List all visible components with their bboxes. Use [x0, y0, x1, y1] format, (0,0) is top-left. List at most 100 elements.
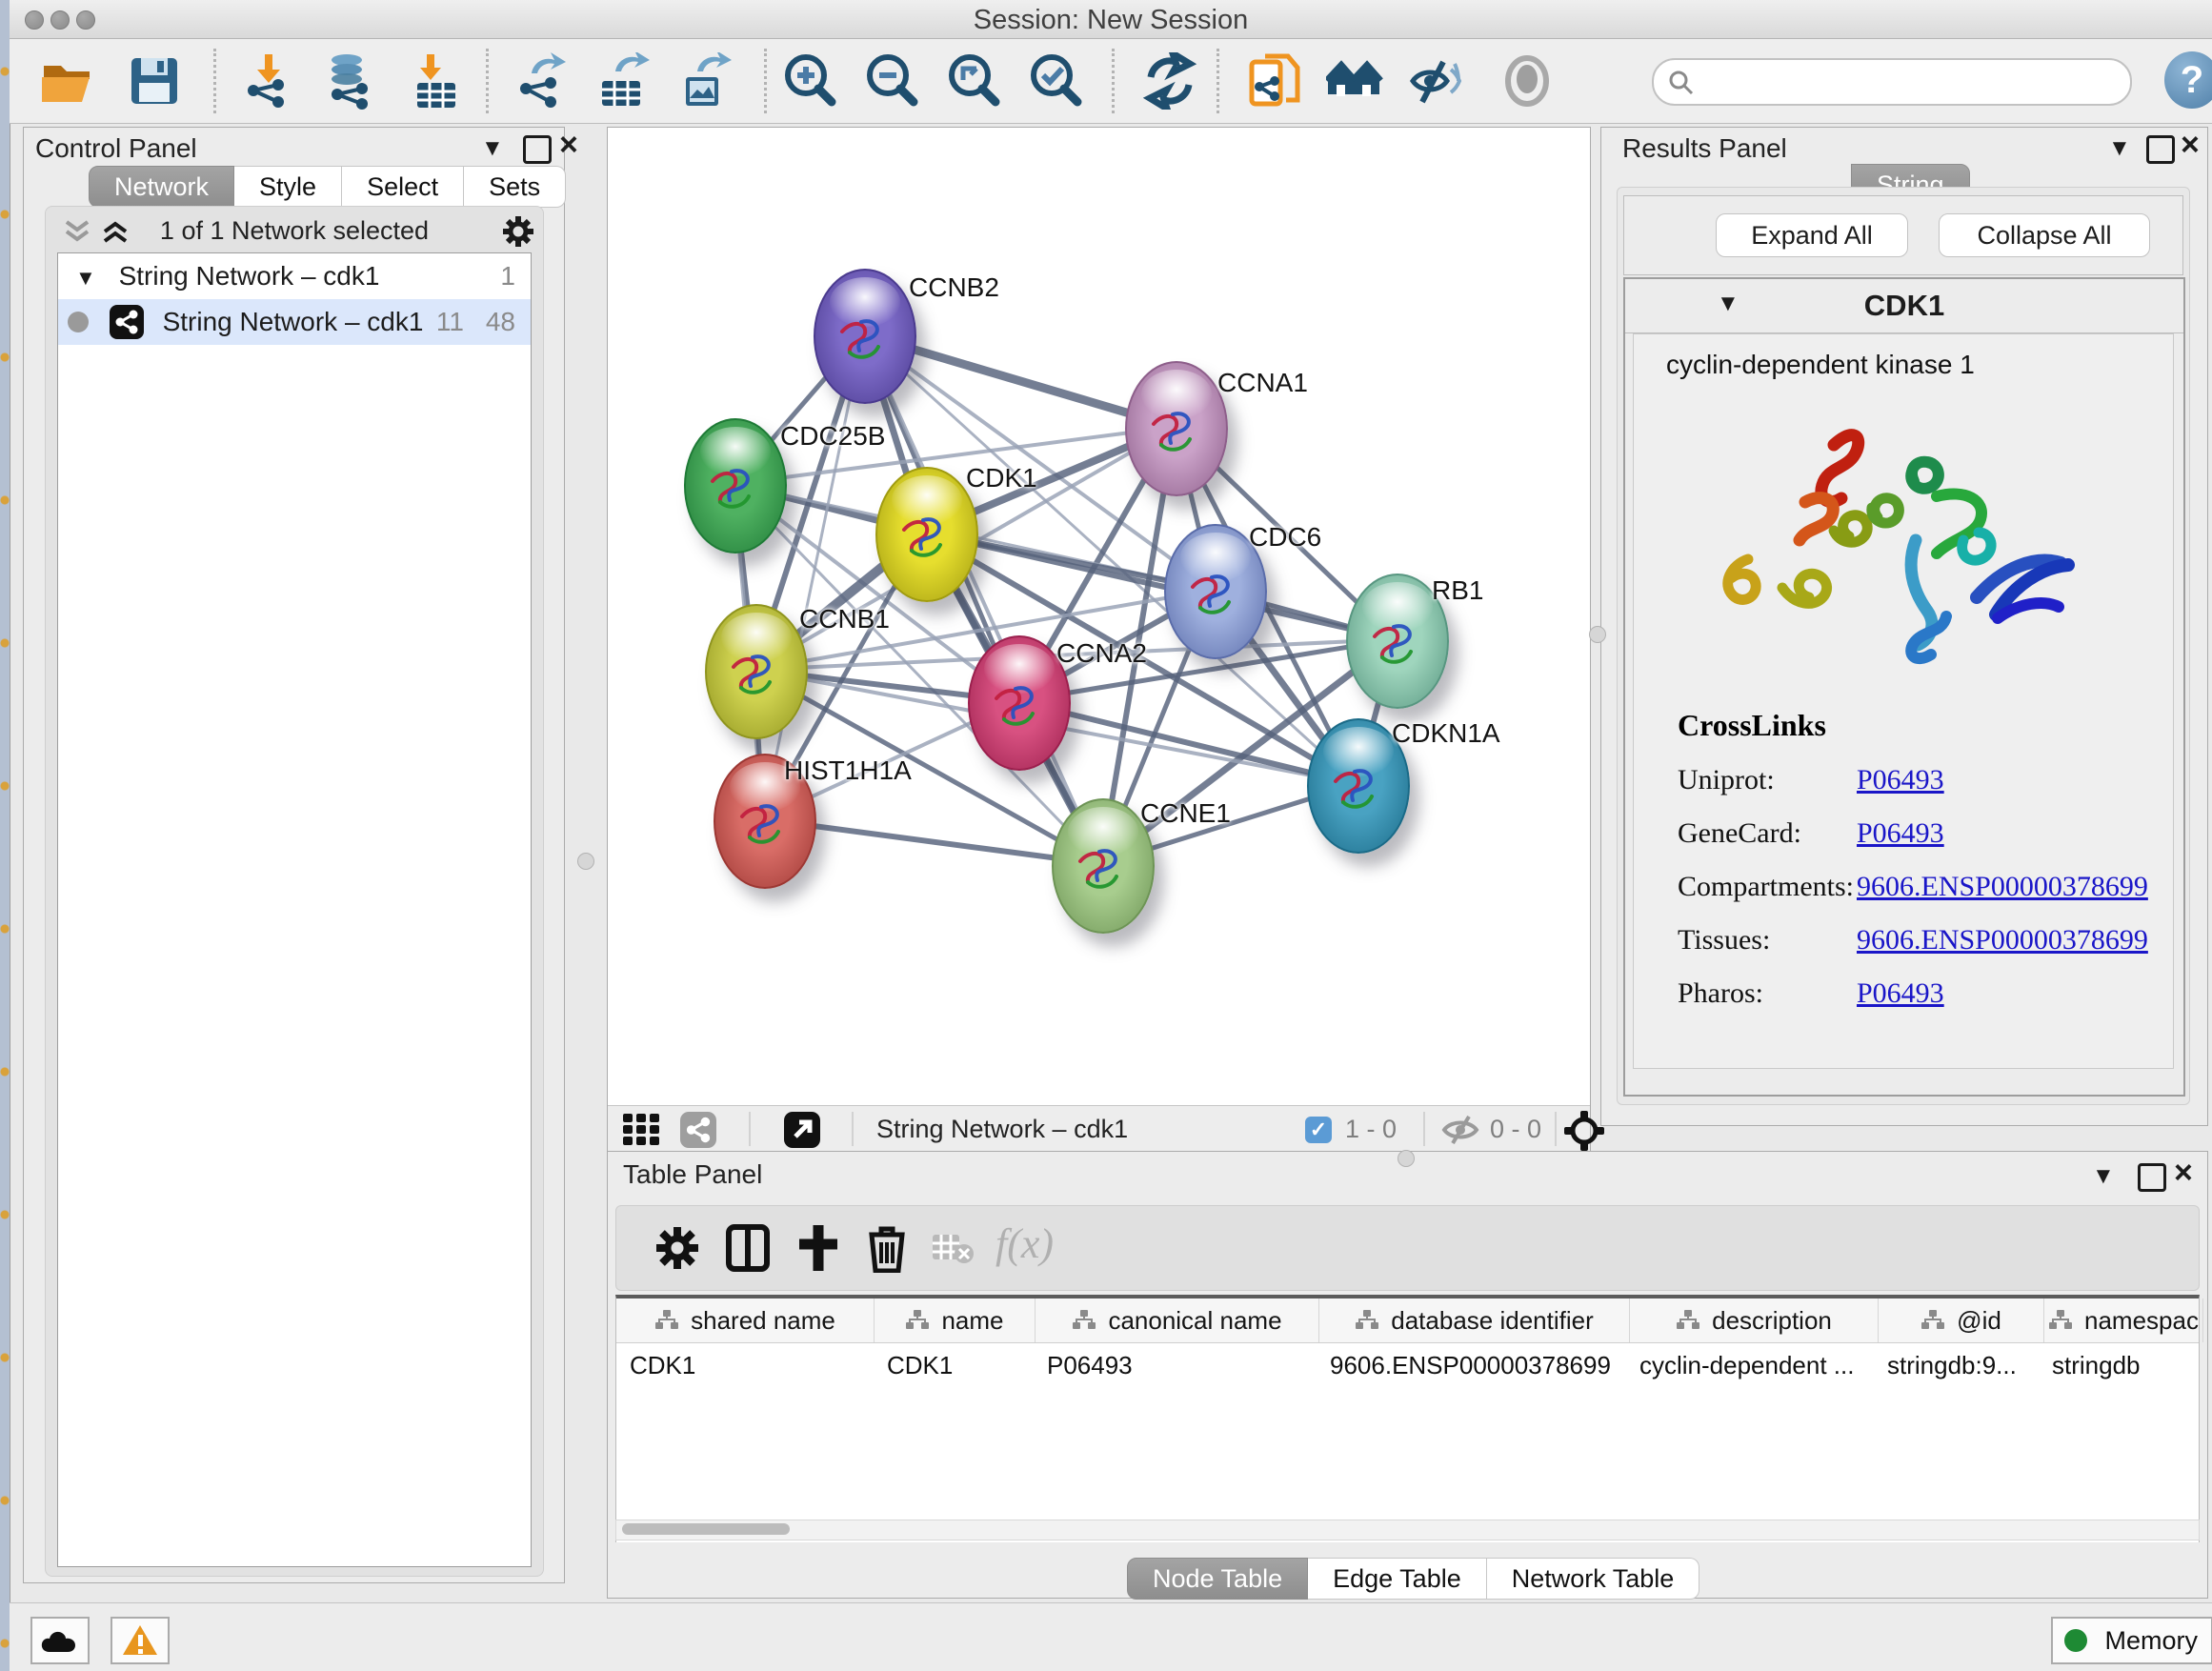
hidden-eye-icon	[1440, 1116, 1480, 1144]
status-bar: Memory	[10, 1602, 2212, 1671]
right-splitter-handle[interactable]	[1589, 626, 1606, 643]
cloud-status-button[interactable]	[30, 1617, 90, 1664]
zoom-out-icon[interactable]	[863, 52, 920, 110]
table-panel-title: Table Panel	[623, 1159, 762, 1190]
collection-label: String Network – cdk1	[119, 261, 380, 291]
application-window: Session: New Session ? Control Panel ▼	[0, 0, 2212, 1671]
float-panel-icon[interactable]: ▼	[2092, 1163, 2115, 1190]
warning-status-button[interactable]	[111, 1617, 170, 1664]
tab-network-table[interactable]: Network Table	[1487, 1558, 1700, 1600]
left-splitter-handle[interactable]	[577, 853, 594, 870]
table-hscrollbar[interactable]	[615, 1520, 2200, 1540]
close-panel-icon[interactable]: ×	[2174, 1161, 2193, 1184]
column-header--id[interactable]: @id	[1879, 1299, 2044, 1342]
network-node-ccne1[interactable]	[1052, 798, 1155, 934]
crosslink-link[interactable]: P06493	[1857, 764, 1944, 796]
network-node-cdc25b[interactable]	[684, 418, 787, 554]
tab-edge-table[interactable]: Edge Table	[1308, 1558, 1487, 1600]
import-table-icon[interactable]	[408, 52, 465, 110]
column-header-description[interactable]: description	[1630, 1299, 1879, 1342]
crosslink-link[interactable]: 9606.ENSP00000378699	[1857, 871, 2148, 903]
selected-counts: 1 - 0	[1345, 1115, 1397, 1144]
show-graphics-icon[interactable]	[1498, 52, 1556, 110]
crosslink-link[interactable]: P06493	[1857, 977, 1944, 1010]
detach-view-icon[interactable]	[784, 1112, 820, 1148]
hscrollbar-thumb[interactable]	[622, 1523, 790, 1535]
selected-checkbox-icon[interactable]: ✓	[1305, 1117, 1332, 1143]
table-panel: Table Panel ▼ × f(x) shared namenamecano…	[607, 1151, 2208, 1599]
crosslink-row: GeneCard:P06493	[1678, 817, 2154, 850]
search-input[interactable]	[1652, 58, 2132, 106]
refresh-icon[interactable]	[1141, 52, 1198, 110]
crosslink-link[interactable]: 9606.ENSP00000378699	[1857, 924, 2148, 956]
node-label-ccnb2: CCNB2	[909, 272, 999, 303]
show-columns-icon[interactable]	[723, 1223, 773, 1273]
import-network-database-icon[interactable]	[322, 52, 379, 110]
network-view-mode-icon[interactable]	[680, 1112, 716, 1148]
network-node-ccnb2[interactable]	[814, 269, 916, 404]
network-node-ccna2[interactable]	[968, 635, 1071, 771]
export-table-icon[interactable]	[594, 52, 652, 110]
table-gear-icon[interactable]	[653, 1223, 702, 1273]
help-button[interactable]: ?	[2164, 51, 2212, 109]
crosslinks-section: CrossLinks Uniprot:P06493GeneCard:P06493…	[1678, 708, 2154, 1010]
network-row-selected[interactable]: String Network – cdk1 11 48	[58, 299, 531, 345]
node-label-rb1: RB1	[1432, 575, 1483, 606]
column-header-name[interactable]: name	[875, 1299, 1036, 1342]
fit-content-icon[interactable]	[1564, 1111, 1604, 1151]
grid-view-icon[interactable]	[623, 1114, 661, 1146]
tab-style[interactable]: Style	[234, 166, 342, 208]
search-icon	[1667, 69, 1696, 97]
control-panel: Control Panel ▼ × NetworkStyleSelectSets…	[23, 127, 565, 1583]
column-header-shared-name[interactable]: shared name	[616, 1299, 875, 1342]
network-node-cdk1[interactable]	[875, 467, 978, 602]
zoom-fit-icon[interactable]	[945, 52, 1002, 110]
maximize-panel-icon[interactable]	[2146, 135, 2175, 164]
horizontal-splitter-handle[interactable]	[1398, 1150, 1415, 1167]
tab-node-table[interactable]: Node Table	[1127, 1558, 1308, 1600]
memory-button[interactable]: Memory	[2051, 1617, 2212, 1664]
zoom-in-icon[interactable]	[781, 52, 838, 110]
collapse-all-button[interactable]: Collapse All	[1939, 213, 2150, 257]
home-neighbors-icon[interactable]	[1326, 52, 1383, 110]
export-image-icon[interactable]	[676, 52, 734, 110]
hide-unhide-icon[interactable]	[1405, 52, 1462, 110]
table-cell: stringdb:9...	[1874, 1343, 2039, 1387]
node-label-hist1h1a: HIST1H1A	[784, 755, 912, 786]
export-network-icon[interactable]	[513, 52, 570, 110]
zoom-selected-icon[interactable]	[1027, 52, 1084, 110]
open-session-icon[interactable]	[38, 52, 95, 110]
collection-expand-icon[interactable]: ▼	[75, 266, 96, 290]
maximize-panel-icon[interactable]	[2138, 1163, 2166, 1192]
import-network-file-icon[interactable]	[240, 52, 297, 110]
crosslink-link[interactable]: P06493	[1857, 817, 1944, 850]
current-network-bullet	[68, 312, 89, 332]
expand-all-button[interactable]: Expand All	[1716, 213, 1908, 257]
tab-network[interactable]: Network	[89, 166, 234, 208]
network-tab-content: 1 of 1 Network selected ▼ String Network…	[45, 206, 544, 1577]
column-header-database-identifier[interactable]: database identifier	[1319, 1299, 1630, 1342]
network-node-ccnb1[interactable]	[705, 604, 808, 739]
network-collection-row[interactable]: ▼ String Network – cdk1 1	[58, 253, 531, 299]
float-panel-icon[interactable]: ▼	[481, 135, 504, 162]
add-column-icon[interactable]	[794, 1223, 843, 1273]
tab-select[interactable]: Select	[342, 166, 464, 208]
column-header-canonical-name[interactable]: canonical name	[1036, 1299, 1319, 1342]
crosslink-label: Uniprot:	[1678, 764, 1857, 796]
float-panel-icon[interactable]: ▼	[2108, 135, 2131, 162]
save-session-icon[interactable]	[126, 52, 183, 110]
edge-count: 48	[486, 299, 515, 345]
clone-network-icon[interactable]	[1246, 52, 1303, 110]
delete-column-icon[interactable]	[862, 1223, 912, 1273]
column-header-namespac[interactable]: namespac	[2044, 1299, 2203, 1342]
gene-section-header[interactable]: ▼ CDK1	[1625, 279, 2183, 333]
network-canvas[interactable]: CCNB2CCNA1CDC25BCDK1CDC6RB1CCNB1CCNA2CDK…	[608, 128, 1590, 1105]
table-row[interactable]: CDK1CDK1P064939606.ENSP00000378699cyclin…	[616, 1343, 2199, 1387]
tab-sets[interactable]: Sets	[464, 166, 566, 208]
close-panel-icon[interactable]: ×	[559, 133, 578, 156]
close-panel-icon[interactable]: ×	[2181, 133, 2200, 156]
crosslink-label: Tissues:	[1678, 924, 1857, 956]
maximize-panel-icon[interactable]	[523, 135, 552, 164]
network-node-ccna1[interactable]	[1125, 361, 1228, 496]
gear-icon[interactable]	[501, 214, 535, 249]
